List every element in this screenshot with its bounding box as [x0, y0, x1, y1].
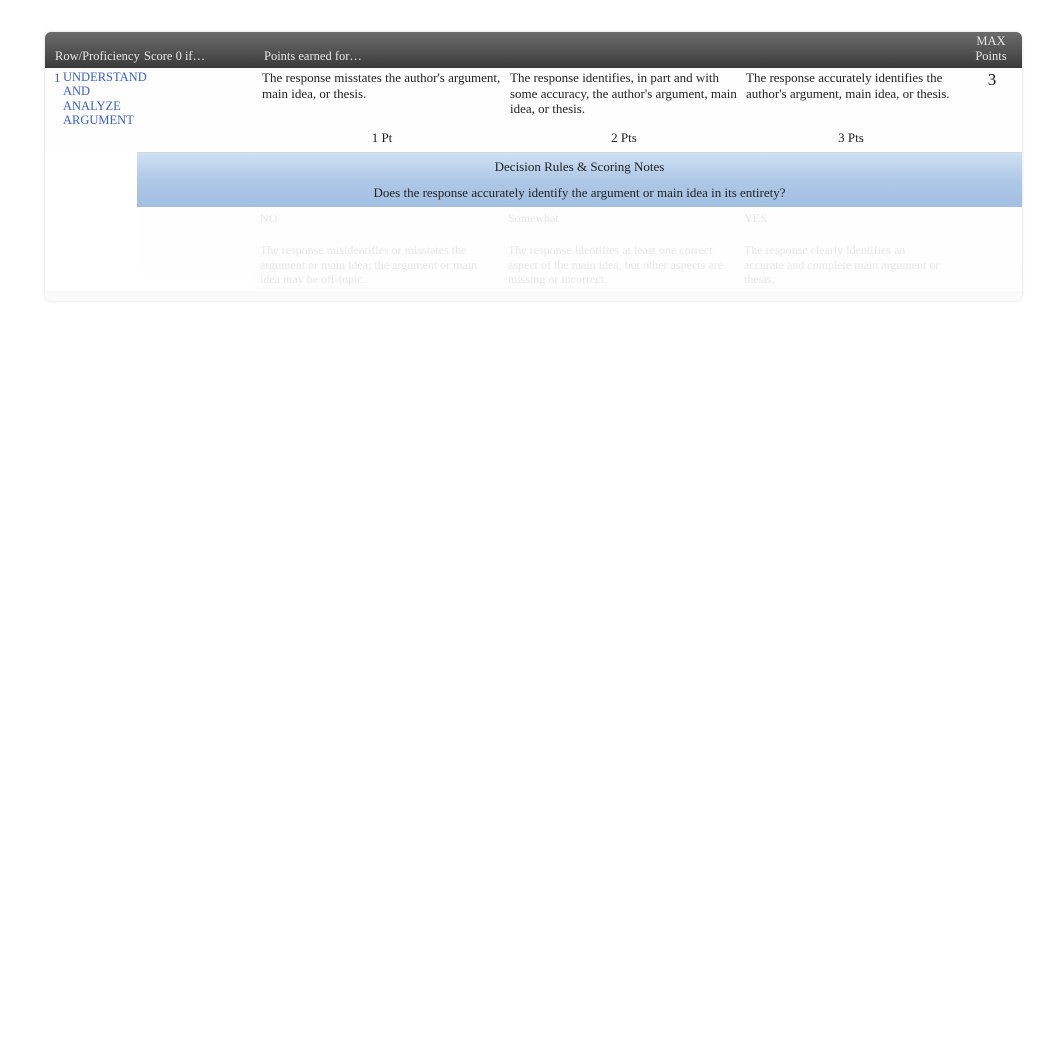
decision-question: Does the response accurately identify th… [137, 181, 1022, 207]
header-max-top: MAX [964, 34, 1018, 49]
faded-text-3: The response clearly identifies an accur… [738, 243, 948, 286]
points-cell-2-desc: The response identifies, in part and wit… [510, 70, 738, 120]
proficiency-name: UNDERSTAND AND ANALYZE ARGUMENT [63, 68, 145, 152]
header-row-proficiency: Row/Proficiency [45, 47, 142, 66]
faded-cell-3: YES The response clearly identifies an a… [738, 211, 956, 287]
faded-bottom-bar [45, 291, 1022, 301]
rubric-header-row: Row/Proficiency Score 0 if… Points earne… [45, 32, 1022, 68]
faded-text-1: The response misidentifies or misstates … [254, 243, 494, 286]
faded-answer-2: Somewhat [502, 211, 730, 243]
row-number: 1 [45, 68, 63, 152]
rubric-container: Row/Proficiency Score 0 if… Points earne… [45, 32, 1022, 301]
header-points-earned: Points earned for… [262, 47, 964, 66]
points-cell-3-pts: 3 Pts [746, 120, 956, 146]
faded-cell-2: Somewhat The response identifies at leas… [502, 211, 738, 287]
header-max-points: MAX Points [964, 34, 1022, 66]
points-cell-1-desc: The response misstates the author's argu… [262, 70, 502, 120]
points-cell-3: The response accurately identifies the a… [746, 70, 964, 146]
decision-title: Decision Rules & Scoring Notes [137, 152, 1022, 181]
faded-text-2: The response identifies at least one cor… [502, 243, 730, 286]
header-max-bottom: Points [964, 49, 1018, 64]
rubric-body-row: 1 UNDERSTAND AND ANALYZE ARGUMENT The re… [45, 68, 1022, 152]
points-cells: The response misstates the author's argu… [262, 68, 966, 152]
faded-answer-1: NO [254, 211, 494, 243]
decision-block: Decision Rules & Scoring Notes Does the … [137, 152, 1022, 207]
points-cell-2-pts: 2 Pts [510, 120, 738, 146]
points-cell-1-pts: 1 Pt [262, 120, 502, 146]
points-cell-1: The response misstates the author's argu… [262, 70, 510, 146]
faded-answer-3: YES [738, 211, 948, 243]
max-points-value: 3 [966, 68, 1022, 152]
faded-answer-strip: NO The response misidentifies or misstat… [137, 207, 1022, 291]
faded-cell-1: NO The response misidentifies or misstat… [254, 211, 502, 287]
points-cell-3-desc: The response accurately identifies the a… [746, 70, 956, 120]
header-score-zero: Score 0 if… [142, 47, 262, 66]
points-cell-2: The response identifies, in part and wit… [510, 70, 746, 146]
score-zero-cell [145, 68, 262, 152]
